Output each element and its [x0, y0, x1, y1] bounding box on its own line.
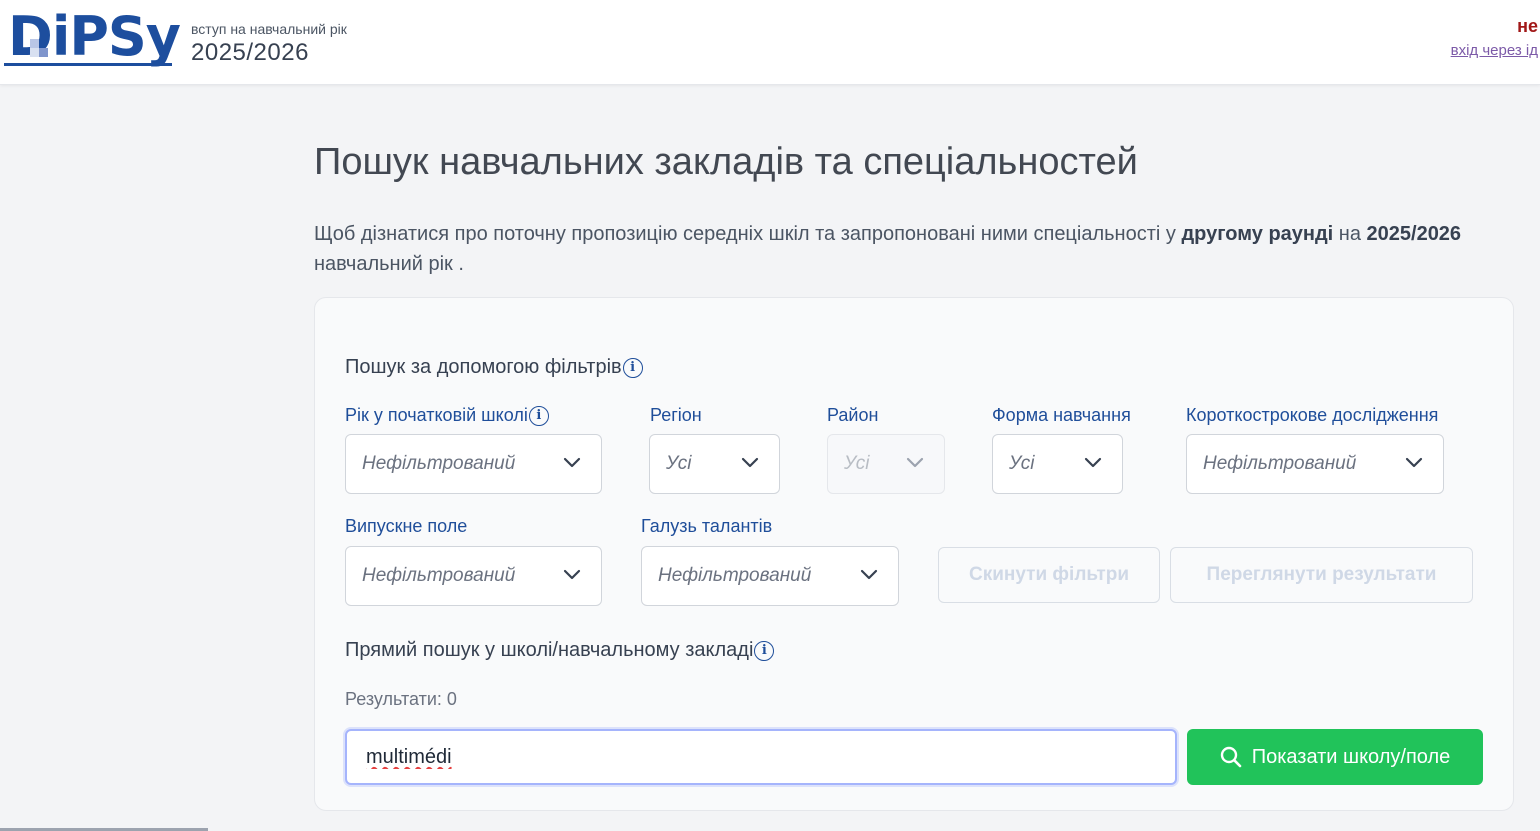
- intro-text: Щоб дізнатися про поточну пропозицію сер…: [314, 219, 1494, 279]
- logo-text: DiPSy: [8, 5, 181, 68]
- graduation-field-filter-select[interactable]: Нефільтрований: [345, 546, 602, 606]
- year-filter-label-text: Рік у початковій школі: [345, 405, 528, 425]
- logo-underline: [4, 63, 172, 66]
- admission-year: 2025/2026: [191, 39, 309, 66]
- chevron-down-icon: [563, 569, 581, 580]
- page-title: Пошук навчальних закладів та спеціальнос…: [314, 141, 1138, 183]
- show-school-button[interactable]: Показати школу/поле: [1187, 729, 1483, 785]
- district-filter-select[interactable]: Усі: [827, 434, 945, 494]
- region-filter-label: Регіон: [650, 405, 702, 425]
- reset-filters-button[interactable]: Скинути фільтри: [938, 547, 1160, 603]
- intro-part: на: [1333, 223, 1367, 245]
- select-value: Усі: [1009, 453, 1035, 474]
- intro-part: Щоб дізнатися про поточну пропозицію сер…: [314, 223, 1182, 245]
- chevron-down-icon: [563, 457, 581, 468]
- info-icon[interactable]: i: [622, 357, 643, 378]
- chevron-down-icon: [741, 457, 759, 468]
- login-via-id-link[interactable]: вхід через ід: [1451, 42, 1538, 59]
- select-value: Усі: [844, 453, 870, 474]
- logo-square-icon: [39, 48, 48, 57]
- chevron-down-icon: [860, 569, 878, 580]
- results-count: Результати: 0: [345, 689, 457, 709]
- search-icon: [1220, 746, 1242, 768]
- select-value: Усі: [666, 453, 692, 474]
- view-results-button[interactable]: Переглянути результати: [1170, 547, 1473, 603]
- short-study-filter-select[interactable]: Нефільтрований: [1186, 434, 1444, 494]
- logo-square-icon: [30, 48, 39, 57]
- short-study-filter-label: Короткострокове дослідження: [1186, 405, 1439, 425]
- header-user-status: не: [1517, 16, 1538, 36]
- info-icon[interactable]: i: [528, 405, 549, 426]
- intro-part: навчальний рік .: [314, 253, 464, 275]
- district-filter-label: Район: [827, 405, 879, 425]
- chevron-down-icon: [906, 457, 924, 468]
- filter-section-title-text: Пошук за допомогою фільтрів: [345, 356, 622, 378]
- school-search-input[interactable]: [345, 729, 1177, 785]
- region-filter-select[interactable]: Усі: [649, 434, 780, 494]
- study-form-filter-select[interactable]: Усі: [992, 434, 1123, 494]
- logo-square-icon: [30, 39, 39, 48]
- select-value: Нефільтрований: [1203, 453, 1357, 474]
- chevron-down-icon: [1084, 457, 1102, 468]
- intro-year: 2025/2026: [1366, 223, 1462, 245]
- top-header: DiPSy вступ на навчальний рік 2025/2026 …: [0, 0, 1540, 85]
- show-school-button-label: Показати школу/поле: [1251, 745, 1451, 768]
- year-filter-select[interactable]: Нефільтрований: [345, 434, 602, 494]
- intro-round: другому раунді: [1181, 223, 1334, 245]
- direct-search-title-text: Прямий пошук у школі/навчальному закладі: [345, 639, 754, 661]
- chevron-down-icon: [1405, 457, 1423, 468]
- talent-field-filter-select[interactable]: Нефільтрований: [641, 546, 899, 606]
- graduation-field-filter-label: Випускне поле: [345, 516, 468, 536]
- filter-section-title: Пошук за допомогою фільтрів i: [345, 356, 643, 379]
- select-value: Нефільтрований: [658, 565, 812, 586]
- admission-subtitle: вступ на навчальний рік: [191, 21, 347, 37]
- select-value: Нефільтрований: [362, 453, 516, 474]
- study-form-filter-label: Форма навчання: [992, 405, 1131, 425]
- year-filter-label: Рік у початковій школі i: [345, 405, 549, 426]
- direct-search-title: Прямий пошук у школі/навчальному закладі…: [345, 639, 775, 662]
- info-icon[interactable]: i: [754, 640, 775, 661]
- select-value: Нефільтрований: [362, 565, 516, 586]
- talent-field-filter-label: Галузь талантів: [641, 516, 773, 536]
- dipsy-logo[interactable]: DiPSy: [4, 8, 181, 68]
